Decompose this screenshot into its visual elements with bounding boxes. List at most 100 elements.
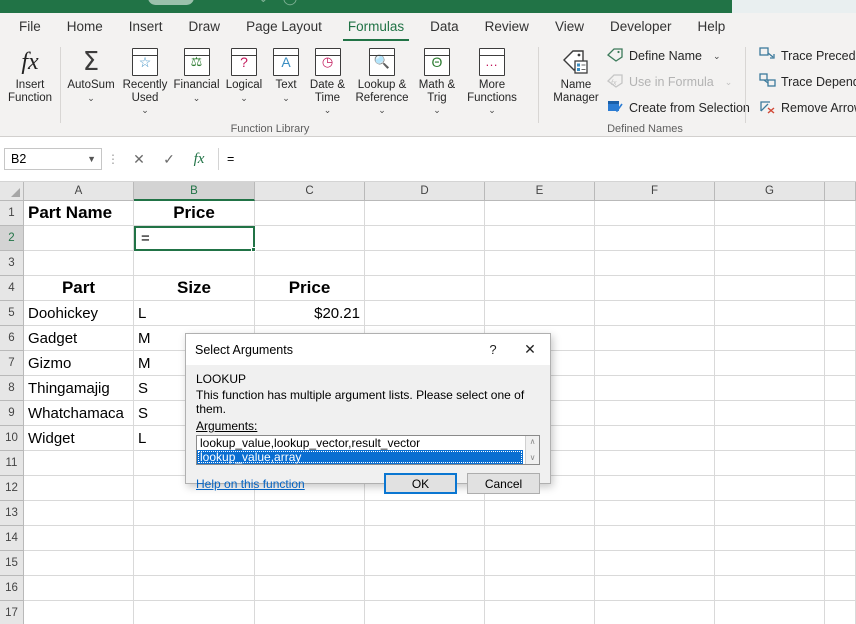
- cell-A7[interactable]: Gizmo: [24, 351, 134, 376]
- chevron-down-icon[interactable]: ⌄: [193, 93, 201, 103]
- cell-C17[interactable]: [255, 601, 365, 624]
- ribbon-tab-data[interactable]: Data: [417, 13, 472, 41]
- name-manager-button[interactable]: Name Manager: [547, 45, 605, 104]
- lookup-reference-button[interactable]: 🔍 Lookup & Reference ⌄: [351, 45, 413, 117]
- remove-arrows-button[interactable]: Remove Arrows: [759, 99, 856, 117]
- column-header-f[interactable]: F: [595, 182, 715, 201]
- trace-dependents-button[interactable]: Trace Dependents: [759, 73, 856, 91]
- create-from-selection-button[interactable]: Create from Selection: [607, 99, 750, 117]
- chevron-down-icon[interactable]: ⌄: [433, 105, 441, 115]
- cell-C4[interactable]: Price: [255, 276, 365, 301]
- logical-button[interactable]: ? Logical ⌄: [221, 45, 267, 104]
- row-header-16[interactable]: 16: [0, 576, 24, 601]
- row-header-12[interactable]: 12: [0, 476, 24, 501]
- cell-E15[interactable]: [485, 551, 595, 576]
- cell-E1[interactable]: [485, 201, 595, 226]
- math-trig-button[interactable]: Θ Math & Trig ⌄: [413, 45, 461, 117]
- cell-G6[interactable]: [715, 326, 825, 351]
- row-header-4[interactable]: 4: [0, 276, 24, 301]
- cell-H4[interactable]: [825, 276, 856, 301]
- ribbon-tab-review[interactable]: Review: [472, 13, 542, 41]
- chevron-down-icon[interactable]: ⌄: [324, 105, 332, 115]
- cancel-button[interactable]: Cancel: [467, 473, 540, 494]
- insert-function-bar-button[interactable]: fx: [184, 148, 214, 170]
- cell-G8[interactable]: [715, 376, 825, 401]
- cell-G14[interactable]: [715, 526, 825, 551]
- cell-F3[interactable]: [595, 251, 715, 276]
- formula-bar-grip[interactable]: ⋮: [102, 152, 124, 166]
- row-header-8[interactable]: 8: [0, 376, 24, 401]
- chevron-down-icon[interactable]: ▼: [87, 154, 96, 164]
- cell-G15[interactable]: [715, 551, 825, 576]
- ribbon-tab-help[interactable]: Help: [685, 13, 739, 41]
- row-header-11[interactable]: 11: [0, 451, 24, 476]
- ribbon-tab-insert[interactable]: Insert: [116, 13, 176, 41]
- cell-A1[interactable]: Part Name: [24, 201, 134, 226]
- row-header-14[interactable]: 14: [0, 526, 24, 551]
- cell-B13[interactable]: [134, 501, 255, 526]
- cell-A15[interactable]: [24, 551, 134, 576]
- cell-E17[interactable]: [485, 601, 595, 624]
- cell-A5[interactable]: Doohickey: [24, 301, 134, 326]
- cell-H3[interactable]: [825, 251, 856, 276]
- argument-option-1[interactable]: lookup_value,array: [197, 450, 523, 464]
- row-header-17[interactable]: 17: [0, 601, 24, 624]
- cell-B15[interactable]: [134, 551, 255, 576]
- cell-H12[interactable]: [825, 476, 856, 501]
- formula-input[interactable]: =: [218, 148, 856, 170]
- cell-E2[interactable]: [485, 226, 595, 251]
- define-name-button[interactable]: Define Name ⌄: [607, 47, 721, 65]
- cell-F8[interactable]: [595, 376, 715, 401]
- cell-F6[interactable]: [595, 326, 715, 351]
- financial-button[interactable]: ⚖ Financial ⌄: [170, 45, 223, 104]
- recently-used-button[interactable]: ☆ Recently Used ⌄: [118, 45, 172, 117]
- chevron-down-icon[interactable]: ⌄: [87, 93, 95, 103]
- row-header-15[interactable]: 15: [0, 551, 24, 576]
- cell-G1[interactable]: [715, 201, 825, 226]
- row-header-2[interactable]: 2: [0, 226, 24, 251]
- cell-E13[interactable]: [485, 501, 595, 526]
- row-header-10[interactable]: 10: [0, 426, 24, 451]
- cell-B1[interactable]: Price: [134, 201, 255, 226]
- chevron-up-icon[interactable]: ∧: [530, 436, 536, 448]
- more-functions-button[interactable]: … More Functions ⌄: [462, 45, 522, 117]
- autosum-button[interactable]: Σ AutoSum ⌄: [63, 45, 119, 104]
- window-controls-area[interactable]: [732, 0, 856, 13]
- chevron-down-icon[interactable]: ⌄: [240, 93, 248, 103]
- cell-A8[interactable]: Thingamajig: [24, 376, 134, 401]
- cell-D3[interactable]: [365, 251, 485, 276]
- cell-H16[interactable]: [825, 576, 856, 601]
- row-header-9[interactable]: 9: [0, 401, 24, 426]
- cell-H15[interactable]: [825, 551, 856, 576]
- row-header-6[interactable]: 6: [0, 326, 24, 351]
- cell-C5[interactable]: $20.21: [255, 301, 365, 326]
- cell-C1[interactable]: [255, 201, 365, 226]
- cell-C13[interactable]: [255, 501, 365, 526]
- cell-H14[interactable]: [825, 526, 856, 551]
- cell-C15[interactable]: [255, 551, 365, 576]
- cell-E3[interactable]: [485, 251, 595, 276]
- cell-D5[interactable]: [365, 301, 485, 326]
- cell-H7[interactable]: [825, 351, 856, 376]
- close-button[interactable]: ✕: [510, 341, 550, 358]
- cell-E16[interactable]: [485, 576, 595, 601]
- cell-F7[interactable]: [595, 351, 715, 376]
- cell-G13[interactable]: [715, 501, 825, 526]
- cell-A17[interactable]: [24, 601, 134, 624]
- cell-B16[interactable]: [134, 576, 255, 601]
- cell-D13[interactable]: [365, 501, 485, 526]
- cell-F17[interactable]: [595, 601, 715, 624]
- ribbon-tab-page-layout[interactable]: Page Layout: [233, 13, 335, 41]
- cell-E5[interactable]: [485, 301, 595, 326]
- cell-C16[interactable]: [255, 576, 365, 601]
- cell-G11[interactable]: [715, 451, 825, 476]
- ribbon-tab-file[interactable]: File: [6, 13, 54, 41]
- cell-H13[interactable]: [825, 501, 856, 526]
- cell-A10[interactable]: Widget: [24, 426, 134, 451]
- cell-H2[interactable]: [825, 226, 856, 251]
- insert-function-button[interactable]: fx Insert Function: [2, 45, 58, 104]
- help-button[interactable]: ?: [476, 342, 510, 357]
- listbox-scrollbar[interactable]: ∧ ∨: [525, 436, 539, 464]
- cell-B5[interactable]: L: [134, 301, 255, 326]
- column-header-d[interactable]: D: [365, 182, 485, 201]
